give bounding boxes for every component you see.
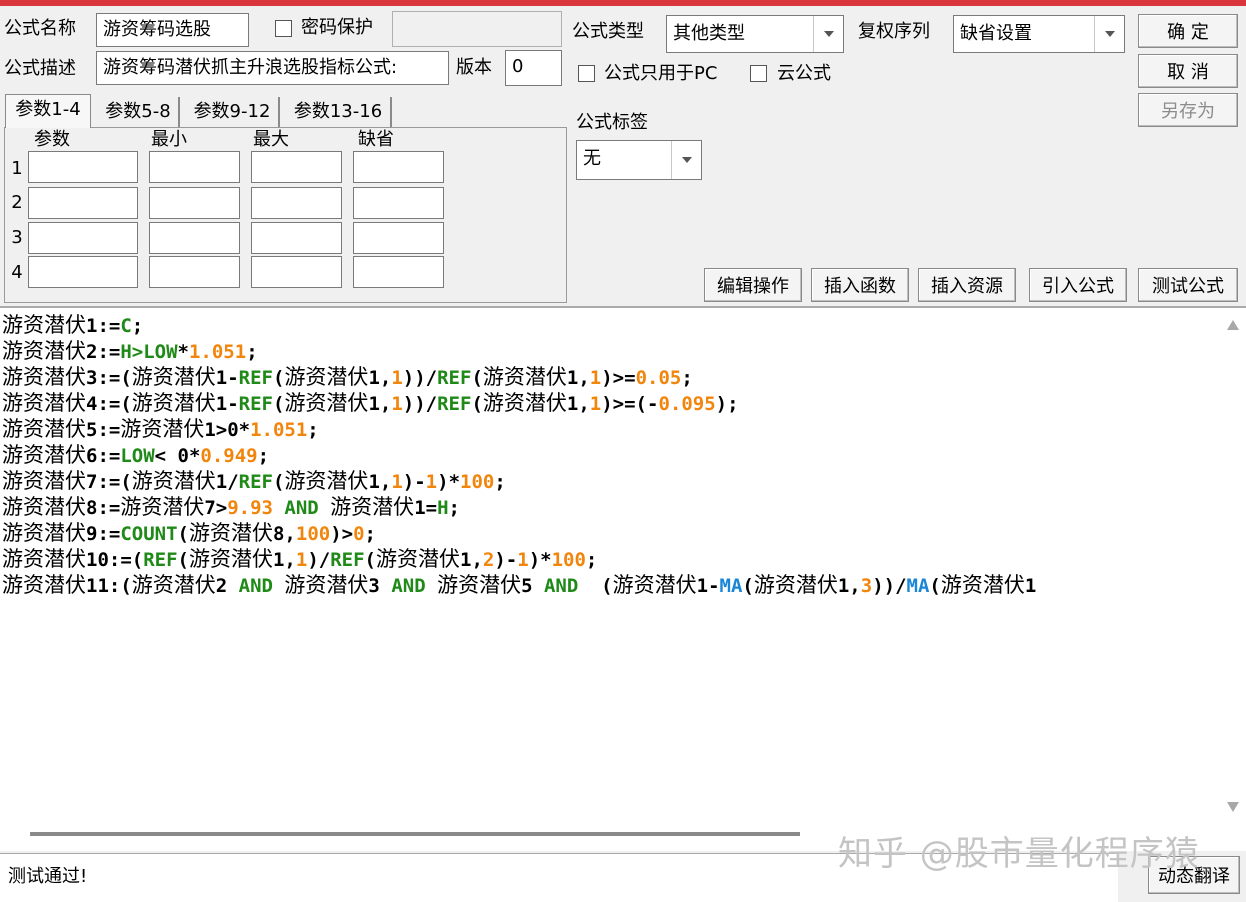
param-row-number: 3 [11,227,23,248]
save-as-button[interactable]: 另存为 [1138,93,1238,127]
param-default-input[interactable] [353,222,444,254]
version-label: 版本 [456,57,492,78]
edit-ops-button[interactable]: 编辑操作 [704,268,802,302]
formula-tag-value: 无 [583,148,601,169]
cloud-formula-checkbox[interactable] [750,65,767,82]
tab-params-5-8[interactable]: 参数5-8 [98,97,180,127]
code-line: 游资潜伏10:=(REF(游资潜伏1,1)/REF(游资潜伏1,2)-1)*10… [2,547,598,571]
param-default-input[interactable] [353,256,444,288]
formula-desc-label: 公式描述 [4,58,76,79]
code-line: 游资潜伏6:=LOW< 0*0.949; [2,443,270,467]
param-max-input[interactable] [251,222,342,254]
horizontal-scrollbar-thumb[interactable] [30,832,800,836]
param-max-input[interactable] [251,256,342,288]
tab-params-9-12[interactable]: 参数9-12 [186,97,280,127]
col-min-header: 最小 [151,129,187,150]
code-line: 游资潜伏7:=(游资潜伏1/REF(游资潜伏1,1)-1)*100; [2,469,506,493]
password-protect-label: 密码保护 [301,17,373,38]
chevron-down-icon[interactable] [813,16,843,52]
param-min-input[interactable] [149,222,240,254]
vertical-scrollbar[interactable] [1220,308,1246,833]
formula-name-input[interactable]: 游资筹码选股 [96,13,249,47]
param-min-input[interactable] [149,187,240,219]
restore-series-select[interactable]: 缺省设置 [953,15,1125,53]
param-name-input[interactable] [28,187,138,219]
password-input [392,11,562,47]
col-default-header: 缺省 [358,129,394,150]
insert-resource-button[interactable]: 插入资源 [918,268,1016,302]
scroll-up-icon[interactable] [1227,320,1239,330]
code-line: 游资潜伏4:=(游资潜伏1-REF(游资潜伏1,1))/REF(游资潜伏1,1)… [2,391,739,415]
ok-button[interactable]: 确 定 [1138,14,1238,48]
formula-type-value: 其他类型 [673,23,745,44]
window-top-border [0,0,1246,6]
formula-type-label: 公式类型 [572,21,644,42]
formula-tag-select[interactable]: 无 [576,140,702,180]
cloud-formula-label: 云公式 [777,63,831,84]
formula-desc-input[interactable]: 游资筹码潜伏抓主升浪选股指标公式: [96,51,449,85]
param-name-input[interactable] [28,256,138,288]
code-line: 游资潜伏1:=C; [2,313,144,337]
restore-series-value: 缺省设置 [960,23,1032,44]
col-param-header: 参数 [34,129,70,150]
formula-tag-label: 公式标签 [576,112,648,133]
chevron-down-icon[interactable] [671,141,701,179]
test-formula-button[interactable]: 测试公式 [1138,268,1238,302]
restore-series-label: 复权序列 [858,21,930,42]
password-protect-checkbox[interactable] [275,20,292,37]
code-line: 游资潜伏8:=游资潜伏7>9.93 AND 游资潜伏1=H; [2,495,460,519]
cancel-button[interactable]: 取 消 [1138,54,1238,88]
scroll-down-icon[interactable] [1227,802,1239,812]
param-default-input[interactable] [353,151,444,183]
import-formula-button[interactable]: 引入公式 [1029,268,1127,302]
col-max-header: 最大 [253,129,289,150]
insert-function-button[interactable]: 插入函数 [811,268,909,302]
param-row-number: 2 [11,192,23,213]
param-min-input[interactable] [149,256,240,288]
version-input[interactable]: 0 [505,50,562,86]
chevron-down-icon[interactable] [1094,16,1124,52]
code-line: 游资潜伏9:=COUNT(游资潜伏8,100)>0; [2,521,376,545]
code-line: 游资潜伏5:=游资潜伏1>0*1.051; [2,417,319,441]
param-default-input[interactable] [353,187,444,219]
watermark: 知乎 @股市量化程序猿 [838,834,1200,874]
param-max-input[interactable] [251,151,342,183]
param-min-input[interactable] [149,151,240,183]
code-line: 游资潜伏2:=H>LOW*1.051; [2,339,258,363]
param-name-input[interactable] [28,222,138,254]
param-name-input[interactable] [28,151,138,183]
code-editor[interactable]: 游资潜伏1:=C; 游资潜伏2:=H>LOW*1.051; 游资潜伏3:=(游资… [0,306,1246,851]
tab-params-13-16[interactable]: 参数13-16 [286,97,392,127]
tab-params-1-4[interactable]: 参数1-4 [5,94,91,128]
param-row-number: 4 [11,262,23,283]
code-line: 游资潜伏11:(游资潜伏2 AND 游资潜伏3 AND 游资潜伏5 AND (游… [2,573,1037,597]
pc-only-checkbox[interactable] [578,65,595,82]
param-row-number: 1 [11,158,23,179]
pc-only-label: 公式只用于PC [604,63,718,84]
formula-name-label: 公式名称 [4,18,76,39]
param-max-input[interactable] [251,187,342,219]
code-line: 游资潜伏3:=(游资潜伏1-REF(游资潜伏1,1))/REF(游资潜伏1,1)… [2,365,693,389]
status-text: 测试通过! [8,866,88,887]
formula-type-select[interactable]: 其他类型 [666,15,844,53]
